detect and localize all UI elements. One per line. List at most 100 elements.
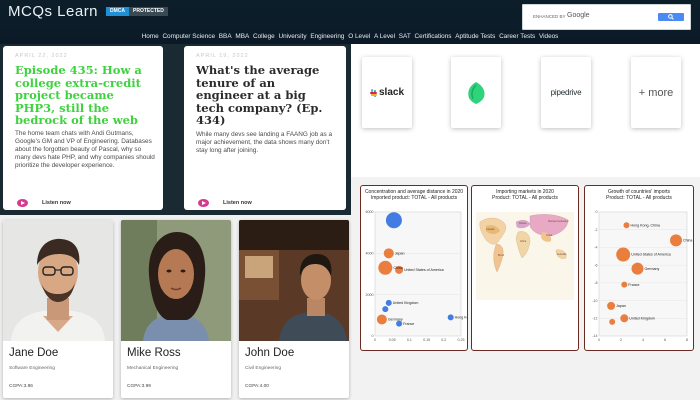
- episode-card[interactable]: APRIL 19, 2022 What's the average tenure…: [184, 46, 346, 210]
- data-point-label: France: [628, 283, 639, 287]
- integration-card[interactable]: [451, 57, 501, 128]
- data-point-label: United States of America: [631, 253, 671, 257]
- y-tick-label: -6: [594, 263, 597, 267]
- data-point: [396, 320, 403, 327]
- data-point: [620, 314, 629, 323]
- y-tick-label: -8: [594, 281, 597, 285]
- svg-text:Russian Federation: Russian Federation: [548, 220, 569, 223]
- y-tick-label: 2000: [366, 293, 374, 297]
- nav-item-career-tests[interactable]: Career Tests: [499, 33, 535, 40]
- more-integrations-label: + more: [638, 86, 674, 99]
- profile-role: Software Engineering: [9, 366, 55, 371]
- data-point-label: United Kingdom: [629, 316, 655, 320]
- slack-card[interactable]: slack: [362, 57, 412, 128]
- svg-text:China: China: [546, 234, 553, 237]
- dmca-badge[interactable]: DMCA PROTECTED: [106, 7, 168, 16]
- listen-now-button[interactable]: Listen now: [198, 199, 252, 207]
- nav-item-o-level[interactable]: O Level: [348, 33, 370, 40]
- more-integrations-card[interactable]: + more: [631, 57, 681, 128]
- data-point-label: United States of America: [404, 268, 444, 272]
- y-tick-label: 0: [596, 210, 598, 214]
- x-tick-label: 6: [664, 338, 666, 342]
- episode-date: APRIL 19, 2022: [196, 53, 249, 59]
- listen-now-label: Listen now: [42, 200, 71, 206]
- nav-item-home[interactable]: Home: [142, 33, 159, 40]
- x-tick-label: 0: [374, 338, 376, 342]
- search-button[interactable]: [658, 13, 684, 21]
- x-tick-label: 8: [686, 338, 688, 342]
- data-point-label: Germany: [645, 267, 660, 271]
- data-point-label: Japan: [395, 252, 405, 256]
- data-point-label: Hong Kong, China: [631, 223, 660, 227]
- data-point: [378, 260, 393, 275]
- protected-label: PROTECTED: [129, 7, 168, 16]
- slack-logo-icon: [369, 88, 378, 97]
- data-point-label: China: [393, 266, 402, 270]
- slack-logo: slack: [378, 87, 405, 98]
- data-point: [376, 314, 387, 325]
- nav-item-aptitude-tests[interactable]: Aptitude Tests: [455, 33, 495, 40]
- world-map: Canada Russia Russian Federation Africa Chi…: [476, 212, 574, 300]
- integrations-panel: slack pipedrive + more: [351, 44, 700, 177]
- episode-title[interactable]: Episode 435: How a college extra-credit …: [15, 64, 157, 127]
- profile-card[interactable]: Jane Doe Software Engineering CGPA:3.86: [3, 220, 113, 398]
- nav-item-engineering[interactable]: Engineering: [310, 33, 344, 40]
- listen-now-button[interactable]: Listen now: [17, 199, 71, 207]
- charts-panel: Concentration and average distance in 20…: [351, 177, 700, 400]
- episode-title[interactable]: What's the average tenure of an engineer…: [196, 64, 336, 127]
- pipedrive-card[interactable]: pipedrive: [541, 57, 591, 128]
- data-point: [382, 306, 389, 313]
- nav-item-college[interactable]: College: [253, 33, 275, 40]
- nav-item-university[interactable]: University: [278, 33, 306, 40]
- x-tick-label: 4: [642, 338, 644, 342]
- nav-item-a-level[interactable]: A Level: [374, 33, 395, 40]
- y-tick-label: -12: [592, 316, 597, 320]
- growth-imports-chart: Growth of countries' imports Product: TO…: [584, 185, 694, 351]
- x-tick-label: 0.05: [389, 338, 396, 342]
- profile-card[interactable]: John Doe Civil Engineering CGPA:4.00: [239, 220, 349, 398]
- x-tick-label: 0.25: [458, 338, 465, 342]
- svg-text:Africa: Africa: [520, 240, 527, 243]
- profile-name: John Doe: [245, 347, 295, 359]
- top-header: MCQs Learn DMCA PROTECTED ENHANCED BY Go…: [0, 0, 700, 46]
- data-point: [623, 222, 630, 229]
- data-point: [607, 301, 616, 310]
- y-tick-label: 6000: [366, 210, 374, 214]
- profile-card[interactable]: Mike Ross Mechanical Engineering CGPA:3.…: [121, 220, 231, 398]
- data-point: [670, 234, 682, 247]
- x-tick-label: 0.15: [423, 338, 430, 342]
- nav-item-mba[interactable]: MBA: [235, 33, 249, 40]
- profile-cgpa: CGPA:3.86: [9, 384, 33, 389]
- episode-card[interactable]: APRIL 22, 2022 Episode 435: How a colleg…: [3, 46, 163, 210]
- data-point-label: Japan: [616, 304, 626, 308]
- profile-photo: [3, 220, 113, 341]
- svg-text:Brazil: Brazil: [498, 254, 504, 257]
- episode-description: The home team chats with Andi Gutmans, G…: [15, 130, 155, 169]
- nav-item-computer-science[interactable]: Computer Science: [162, 33, 215, 40]
- importing-markets-map: Importing markets in 2020 Product: TOTAL…: [471, 185, 579, 351]
- growth-scatter: 0-2-4-6-8-10-12-140 2 4 6 8Hong Kong, ChinaU…: [592, 210, 692, 342]
- data-point: [631, 262, 644, 275]
- svg-text:Australia: Australia: [557, 253, 567, 256]
- site-logo[interactable]: MCQs Learn: [8, 3, 98, 20]
- profiles-panel: Jane Doe Software Engineering CGPA:3.86 …: [0, 215, 351, 400]
- x-tick-label: 2: [620, 338, 622, 342]
- search-google-label: Google: [567, 12, 590, 19]
- episode-description: While many devs see landing a FAANG job …: [196, 131, 333, 154]
- nav-item-bba[interactable]: BBA: [219, 33, 232, 40]
- profile-name: Jane Doe: [9, 347, 59, 359]
- play-icon: [198, 199, 209, 207]
- svg-text:Russia: Russia: [519, 222, 527, 225]
- nav-item-certifications[interactable]: Certifications: [415, 33, 452, 40]
- podcast-panel: APRIL 22, 2022 Episode 435: How a colleg…: [0, 44, 351, 215]
- nav-item-sat[interactable]: SAT: [399, 33, 411, 40]
- listen-now-label: Listen now: [223, 200, 252, 206]
- nav-item-videos[interactable]: Videos: [539, 33, 558, 40]
- y-tick-label: 4000: [366, 252, 374, 256]
- y-tick-label: -4: [594, 246, 597, 250]
- search-enhanced-label: ENHANCED BY: [533, 14, 566, 19]
- profile-cgpa: CGPA:3.99: [127, 384, 151, 389]
- y-tick-label: -14: [592, 334, 597, 338]
- data-point: [609, 318, 616, 325]
- search-input[interactable]: ENHANCED BY Google: [522, 4, 691, 30]
